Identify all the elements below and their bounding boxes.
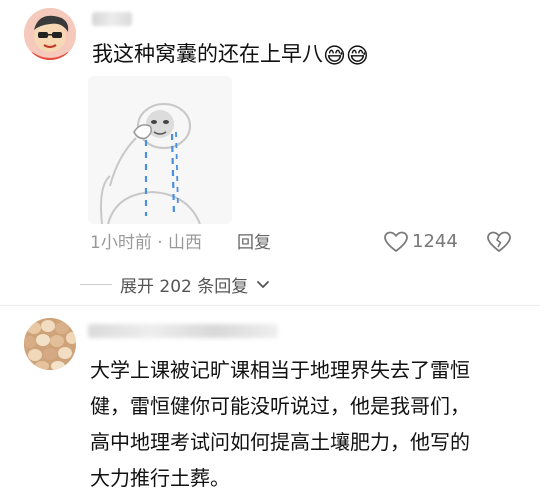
crying-meme-sticker[interactable] — [88, 76, 232, 224]
eggs-avatar-image — [24, 318, 76, 370]
comment-thread: 我这种窝囊的还在上早八😅😅 1小时前 · 山西 回复 1244 展开 202 条… — [0, 0, 540, 496]
expand-divider-line — [80, 284, 112, 285]
sweat-smile-emoji: 😅😅 — [323, 44, 369, 69]
comment-text: 我这种窝囊的还在上早八😅😅 — [92, 40, 369, 71]
comment-divider — [0, 305, 540, 306]
like-count: 1244 — [412, 231, 458, 252]
expand-replies-button[interactable]: 展开 202 条回复 — [80, 272, 270, 297]
heart-icon — [384, 231, 408, 252]
dislike-button[interactable] — [486, 230, 512, 254]
comment-body: 我这种窝囊的还在上早八 — [92, 42, 323, 66]
sticker-image — [88, 76, 232, 224]
expand-replies-label: 展开 202 条回复 — [120, 277, 249, 297]
comment-meta: 1小时前 · 山西 — [90, 233, 203, 253]
comment-line: 高中地理考试问如何提高土壤肥力，他写的 — [90, 430, 470, 454]
username-redacted[interactable] — [92, 12, 132, 26]
cartoon-avatar-image — [24, 8, 76, 60]
avatar[interactable] — [24, 8, 76, 60]
avatar[interactable] — [24, 318, 76, 370]
comment-line: 大学上课被记旷课相当于地理界失去了雷恒 — [90, 358, 470, 382]
broken-heart-icon — [487, 231, 511, 252]
like-button[interactable]: 1244 — [384, 230, 458, 254]
comment-text: 大学上课被记旷课相当于地理界失去了雷恒 健，雷恒健你可能没听说过，他是我哥们， … — [90, 352, 530, 496]
chevron-down-icon — [257, 280, 270, 288]
comment-line: 健，雷恒健你可能没听说过，他是我哥们， — [90, 394, 470, 418]
comment-line: 大力推行土葬。 — [90, 466, 230, 490]
reply-button[interactable]: 回复 — [237, 232, 271, 254]
username-redacted[interactable] — [88, 324, 278, 338]
